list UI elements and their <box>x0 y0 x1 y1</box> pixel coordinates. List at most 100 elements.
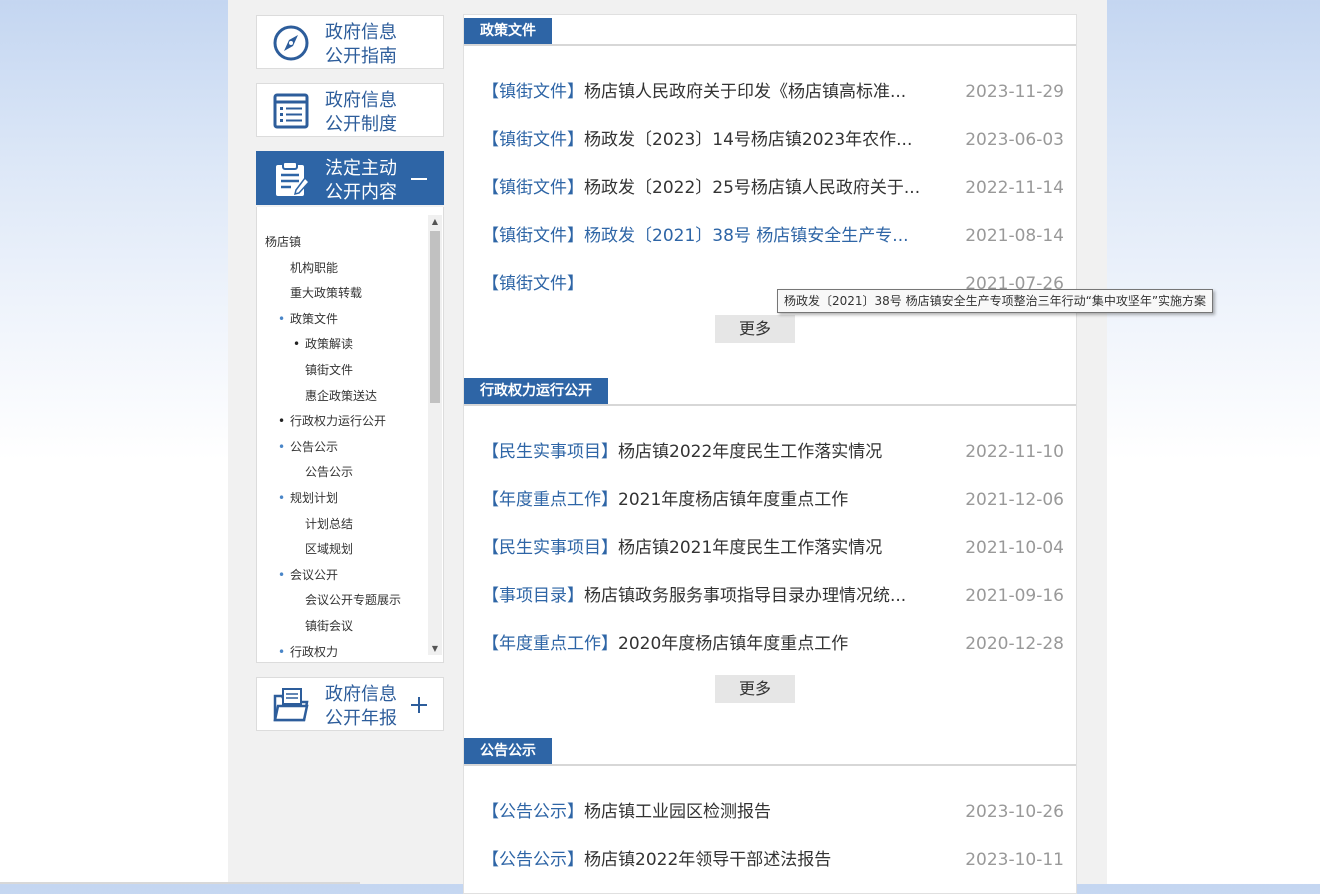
sidebar-card-label: 法定主动 公开内容 <box>325 157 397 205</box>
item-tag[interactable]: 【镇街文件】 <box>482 226 584 246</box>
list-item[interactable]: 【公告公示】杨店镇工业园区检测报告 2023-10-26 <box>482 800 1064 824</box>
item-date: 2021-08-14 <box>965 226 1064 246</box>
list-item[interactable]: 【年度重点工作】2020年度杨店镇年度重点工作 2020-12-28 <box>482 632 1064 656</box>
item-title[interactable]: 杨店镇工业园区检测报告 <box>584 802 771 822</box>
tree-item[interactable]: • 政策解读 <box>293 336 353 352</box>
tree-item[interactable]: 杨店镇 <box>265 234 301 250</box>
item-date: 2021-12-06 <box>965 490 1064 510</box>
sidebar-card-label: 政府信息 公开指南 <box>325 21 397 69</box>
scroll-thumb[interactable] <box>430 231 440 403</box>
item-date: 2020-12-28 <box>965 634 1064 654</box>
list-item[interactable]: 【年度重点工作】2021年度杨店镇年度重点工作 2021-12-06 <box>482 488 1064 512</box>
tree-item-label: 机构职能 <box>290 260 339 275</box>
item-tag[interactable]: 【镇街文件】 <box>482 130 584 150</box>
tree-item-label: 公告公示 <box>305 465 354 480</box>
tooltip: 杨政发〔2021〕38号 杨店镇安全生产专项整治三年行动“集中攻坚年”实施方案 <box>777 289 1214 313</box>
item-title[interactable]: 2021年度杨店镇年度重点工作 <box>618 490 848 510</box>
section-header: 政策文件 <box>464 18 1076 46</box>
item-date: 2023-10-11 <box>965 850 1064 870</box>
bullet-icon: • <box>278 311 286 326</box>
sidebar-card-label: 政府信息 公开年报 <box>325 683 397 731</box>
tree-item-label: 镇街文件 <box>305 363 354 377</box>
item-tag[interactable]: 【镇街文件】 <box>482 274 584 294</box>
tree-scrollbar[interactable]: ▲ ▼ <box>428 215 442 655</box>
label-line2: 公开指南 <box>325 46 397 67</box>
tree-item[interactable]: 镇街文件 <box>305 362 353 378</box>
tree-item[interactable]: 机构职能 <box>290 260 338 276</box>
list-item[interactable]: 【镇街文件】杨政发〔2021〕38号 杨店镇安全生产专... 2021-08-1… <box>482 224 1064 248</box>
tree-item[interactable]: • 行政权力 <box>278 644 338 660</box>
tree-item-label: 会议公开 <box>290 567 339 582</box>
item-date: 2022-11-14 <box>965 178 1064 198</box>
tree-item-label: 政策文件 <box>290 311 339 326</box>
plus-icon[interactable] <box>409 695 429 715</box>
tree-item[interactable]: • 公告公示 <box>278 439 339 455</box>
tree-item[interactable]: • 规划计划 <box>278 490 338 506</box>
item-title[interactable]: 杨店镇2021年度民生工作落实情况 <box>618 538 882 558</box>
item-title[interactable]: 2020年度杨店镇年度重点工作 <box>618 634 848 654</box>
list-item[interactable]: 【镇街文件】杨政发〔2023〕14号杨店镇2023年农作... 2023-06-… <box>482 128 1064 152</box>
item-date: 2023-11-29 <box>965 82 1064 102</box>
tree-item[interactable]: 会议公开专题展示 <box>305 592 401 608</box>
bullet-icon: • <box>278 439 286 454</box>
sidebar-card-content[interactable]: 法定主动 公开内容 <box>256 151 444 205</box>
item-tag[interactable]: 【公告公示】 <box>482 850 584 870</box>
tree-item-label: 惠企政策送达 <box>305 388 378 403</box>
tree-item[interactable]: 计划总结 <box>305 516 353 532</box>
item-tag[interactable]: 【事项目录】 <box>482 586 584 606</box>
list-document-icon <box>273 93 309 129</box>
item-title[interactable]: 杨政发〔2021〕38号 杨店镇安全生产专... <box>584 226 909 246</box>
page-container: 政府信息 公开指南 政府信息 公开制度 法定主动 公开内容 杨店镇 机构职能 重… <box>228 0 1214 894</box>
tree-item[interactable]: • 政策文件 <box>278 311 339 327</box>
list-item[interactable]: 【事项目录】杨店镇政务服务事项指导目录办理情况统... 2021-09-16 <box>482 584 1064 608</box>
tree-item[interactable]: 重大政策转载 <box>290 285 362 301</box>
main-content: 政策文件 【镇街文件】杨店镇人民政府关于印发《杨店镇高标准... 2023-11… <box>463 14 1214 894</box>
list-item[interactable]: 【镇街文件】杨政发〔2022〕25号杨店镇人民政府关于... 2022-11-1… <box>482 176 1064 200</box>
section-title[interactable]: 政策文件 <box>464 18 552 44</box>
scroll-up-arrow-icon[interactable]: ▲ <box>430 217 440 226</box>
more-button[interactable]: 更多 <box>715 315 795 343</box>
item-tag[interactable]: 【民生实事项目】 <box>482 538 618 558</box>
item-title[interactable]: 杨店镇2022年度民生工作落实情况 <box>618 442 882 462</box>
minus-icon[interactable] <box>409 169 429 189</box>
more-button[interactable]: 更多 <box>715 675 795 703</box>
sidebar-card-system[interactable]: 政府信息 公开制度 <box>256 83 444 137</box>
item-tag[interactable]: 【民生实事项目】 <box>482 442 618 462</box>
category-tree: 杨店镇机构职能重大政策转载 • 政策文件 • 政策解读镇街文件惠企政策送达 • 行政权力运行… <box>256 207 444 663</box>
item-title[interactable]: 杨政发〔2022〕25号杨店镇人民政府关于... <box>584 178 920 198</box>
list-item[interactable]: 【镇街文件】杨店镇人民政府关于印发《杨店镇高标准... 2023-11-29 <box>482 80 1064 104</box>
item-title[interactable]: 杨店镇政务服务事项指导目录办理情况统... <box>584 586 906 606</box>
tree-item-label: 公告公示 <box>290 439 339 454</box>
tree-item[interactable]: • 会议公开 <box>278 567 339 583</box>
list-item[interactable]: 【民生实事项目】杨店镇2022年度民生工作落实情况 2022-11-10 <box>482 440 1064 464</box>
list-item[interactable]: 【公告公示】杨店镇2022年领导干部述法报告 2023-10-11 <box>482 848 1064 872</box>
section-title[interactable]: 公告公示 <box>464 738 552 764</box>
compass-icon <box>273 25 309 61</box>
label-line2: 公开制度 <box>325 114 397 135</box>
list-item[interactable]: 【民生实事项目】杨店镇2021年度民生工作落实情况 2021-10-04 <box>482 536 1064 560</box>
sidebar-card-annual-report[interactable]: 政府信息 公开年报 <box>256 677 444 731</box>
section-title[interactable]: 行政权力运行公开 <box>464 378 608 404</box>
item-date: 2022-11-10 <box>965 442 1064 462</box>
sidebar-card-guide[interactable]: 政府信息 公开指南 <box>256 15 444 69</box>
tree-item[interactable]: 公告公示 <box>305 464 353 480</box>
scroll-down-arrow-icon[interactable]: ▼ <box>430 644 440 653</box>
bullet-icon: • <box>278 414 286 429</box>
item-title[interactable]: 杨店镇人民政府关于印发《杨店镇高标准... <box>584 82 906 102</box>
bullet-icon: • <box>278 644 286 659</box>
item-title[interactable]: 杨店镇2022年领导干部述法报告 <box>584 850 831 870</box>
item-tag[interactable]: 【镇街文件】 <box>482 178 584 198</box>
tree-item-label: 重大政策转载 <box>290 286 363 301</box>
label-line1: 法定主动 <box>325 158 397 179</box>
tree-item[interactable]: 镇街会议 <box>305 618 353 634</box>
item-tag[interactable]: 【年度重点工作】 <box>482 634 618 654</box>
label-line1: 政府信息 <box>325 22 397 43</box>
tree-item[interactable]: 区域规划 <box>305 541 353 557</box>
tree-item[interactable]: • 行政权力运行公开 <box>278 413 387 429</box>
tree-item[interactable]: 惠企政策送达 <box>305 388 377 404</box>
item-tag[interactable]: 【镇街文件】 <box>482 82 584 102</box>
item-tag[interactable]: 【年度重点工作】 <box>482 490 618 510</box>
tree-item-label: 行政权力运行公开 <box>290 414 387 429</box>
item-tag[interactable]: 【公告公示】 <box>482 802 584 822</box>
item-title[interactable]: 杨政发〔2023〕14号杨店镇2023年农作... <box>584 130 912 150</box>
